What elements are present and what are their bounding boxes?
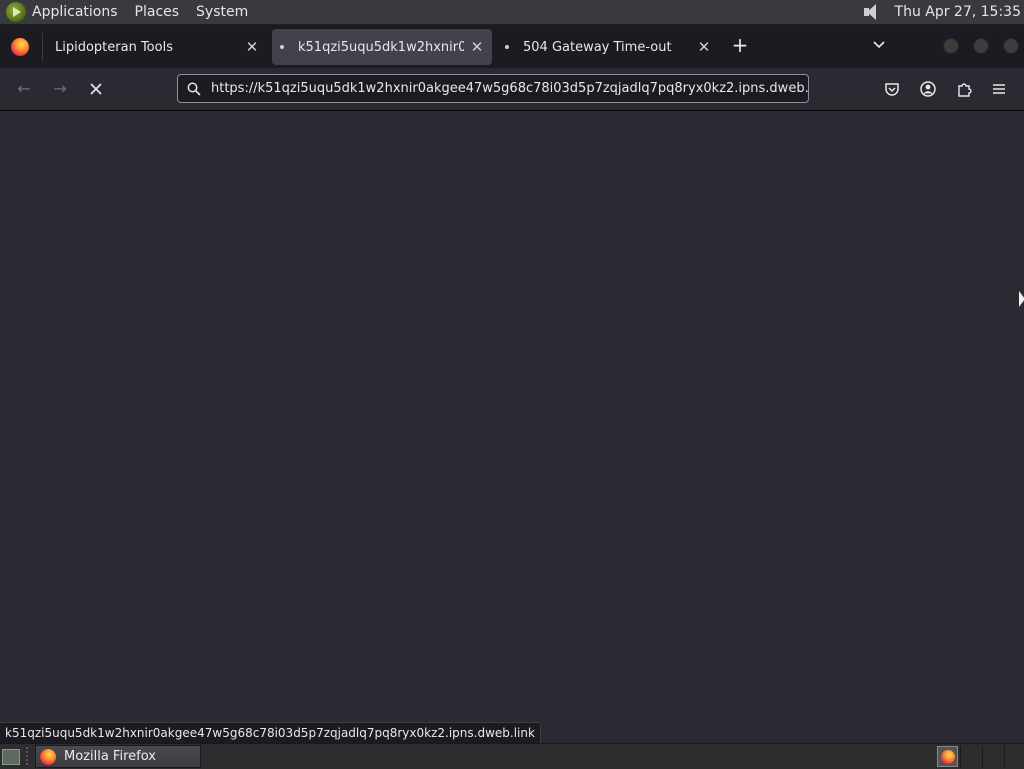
mouse-cursor xyxy=(1019,291,1024,307)
tab-title: k51qzi5uqu5dk1w2hxnir0akgee47w5g68c78i03… xyxy=(298,39,464,55)
bottom-taskbar: Mozilla Firefox xyxy=(0,743,1024,769)
back-arrow-icon[interactable]: ← xyxy=(14,79,34,99)
clock[interactable]: Thu Apr 27, 15:35 xyxy=(895,4,1021,20)
close-window-button[interactable] xyxy=(1003,38,1019,54)
page-content-area[interactable] xyxy=(0,111,1024,743)
workspace-2[interactable] xyxy=(960,746,983,767)
workspace-firefox-thumbnail[interactable] xyxy=(937,746,958,767)
hamburger-menu-icon[interactable] xyxy=(989,79,1009,99)
taskbar-window-title: Mozilla Firefox xyxy=(64,749,156,764)
firefox-view-icon[interactable] xyxy=(11,38,29,56)
close-tab-icon[interactable]: ✕ xyxy=(245,40,259,55)
system-top-panel: Applications Places System Thu Apr 27, 1… xyxy=(0,0,1024,25)
volume-icon[interactable] xyxy=(861,3,881,21)
new-tab-plus-icon[interactable]: + xyxy=(731,35,749,55)
status-link-overlay: k51qzi5uqu5dk1w2hxnir0akgee47w5g68c78i03… xyxy=(0,722,541,743)
applications-menu[interactable]: Applications xyxy=(32,4,118,20)
tab-title: 504 Gateway Time-out xyxy=(523,39,672,55)
extensions-puzzle-icon[interactable] xyxy=(954,79,974,99)
tab-gateway-timeout[interactable]: 504 Gateway Time-out ✕ xyxy=(497,29,719,65)
url-bar[interactable]: https://k51qzi5uqu5dk1w2hxnir0akgee47w5g… xyxy=(177,74,809,103)
close-tab-icon[interactable]: ✕ xyxy=(697,40,711,55)
show-desktop-icon[interactable] xyxy=(2,749,20,765)
list-all-tabs-chevron-down-icon[interactable] xyxy=(870,36,888,54)
search-icon xyxy=(187,82,201,96)
pocket-icon[interactable] xyxy=(882,79,902,99)
firefox-icon xyxy=(40,748,56,765)
account-icon[interactable] xyxy=(918,79,938,99)
loading-indicator-icon xyxy=(280,45,284,49)
forward-arrow-icon[interactable]: → xyxy=(50,79,70,99)
taskbar-firefox-window[interactable]: Mozilla Firefox xyxy=(35,745,201,768)
places-menu[interactable]: Places xyxy=(135,4,180,20)
tab-lipidopteran-tools[interactable]: Lipidopteran Tools ✕ xyxy=(45,29,267,65)
minimize-window-button[interactable] xyxy=(943,38,959,54)
maximize-window-button[interactable] xyxy=(973,38,989,54)
taskbar-separator xyxy=(26,747,28,767)
url-text[interactable]: https://k51qzi5uqu5dk1w2hxnir0akgee47w5g… xyxy=(211,81,808,96)
tab-ipns-link[interactable]: k51qzi5uqu5dk1w2hxnir0akgee47w5g68c78i03… xyxy=(272,29,492,65)
workspace-4[interactable] xyxy=(1004,746,1024,767)
workspace-3[interactable] xyxy=(982,746,1005,767)
distro-logo-icon[interactable] xyxy=(6,2,26,22)
loading-indicator-icon xyxy=(505,45,509,49)
close-tab-icon[interactable]: ✕ xyxy=(470,40,484,55)
stop-loading-x-icon[interactable] xyxy=(86,79,106,99)
system-menu[interactable]: System xyxy=(196,4,248,20)
tab-title: Lipidopteran Tools xyxy=(55,39,173,55)
firefox-icon xyxy=(940,749,955,764)
tab-separator xyxy=(42,33,43,61)
